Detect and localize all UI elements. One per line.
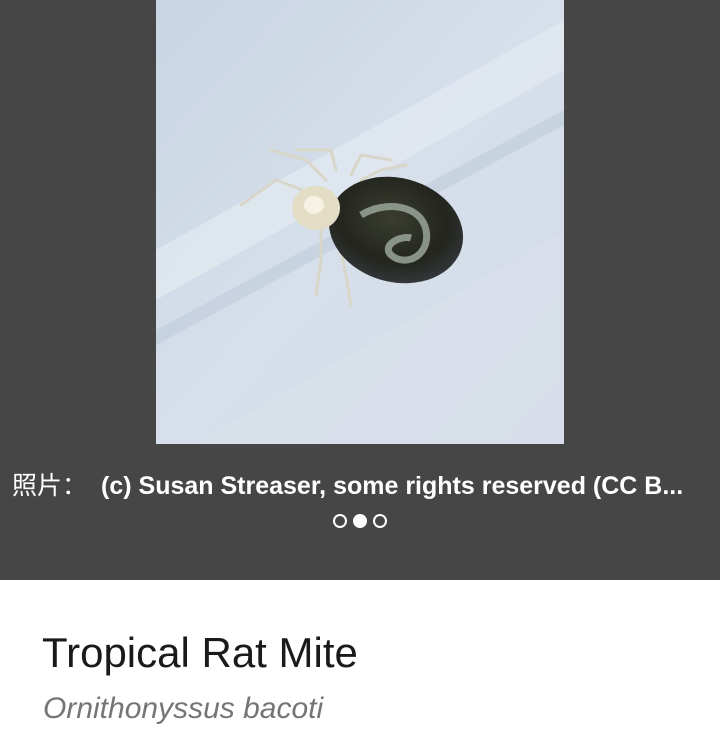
pager-dot-1[interactable] xyxy=(333,514,347,528)
attribution-prefix: 照片： xyxy=(12,471,88,500)
photo-attribution: 照片： (c) Susan Streaser, some rights reser… xyxy=(12,468,708,504)
photo-gallery[interactable]: 照片： (c) Susan Streaser, some rights reser… xyxy=(0,0,720,580)
pager-dot-3[interactable] xyxy=(373,514,387,528)
attribution-text: (c) Susan Streaser, some rights reserved… xyxy=(101,472,684,500)
species-scientific-name: Ornithonyssus bacoti xyxy=(43,692,324,725)
pager-dot-2[interactable] xyxy=(353,514,367,528)
species-common-name: Tropical Rat Mite xyxy=(42,629,358,676)
mite-photo-image xyxy=(156,0,564,444)
species-photo[interactable] xyxy=(156,0,564,444)
photo-pager xyxy=(0,514,720,534)
